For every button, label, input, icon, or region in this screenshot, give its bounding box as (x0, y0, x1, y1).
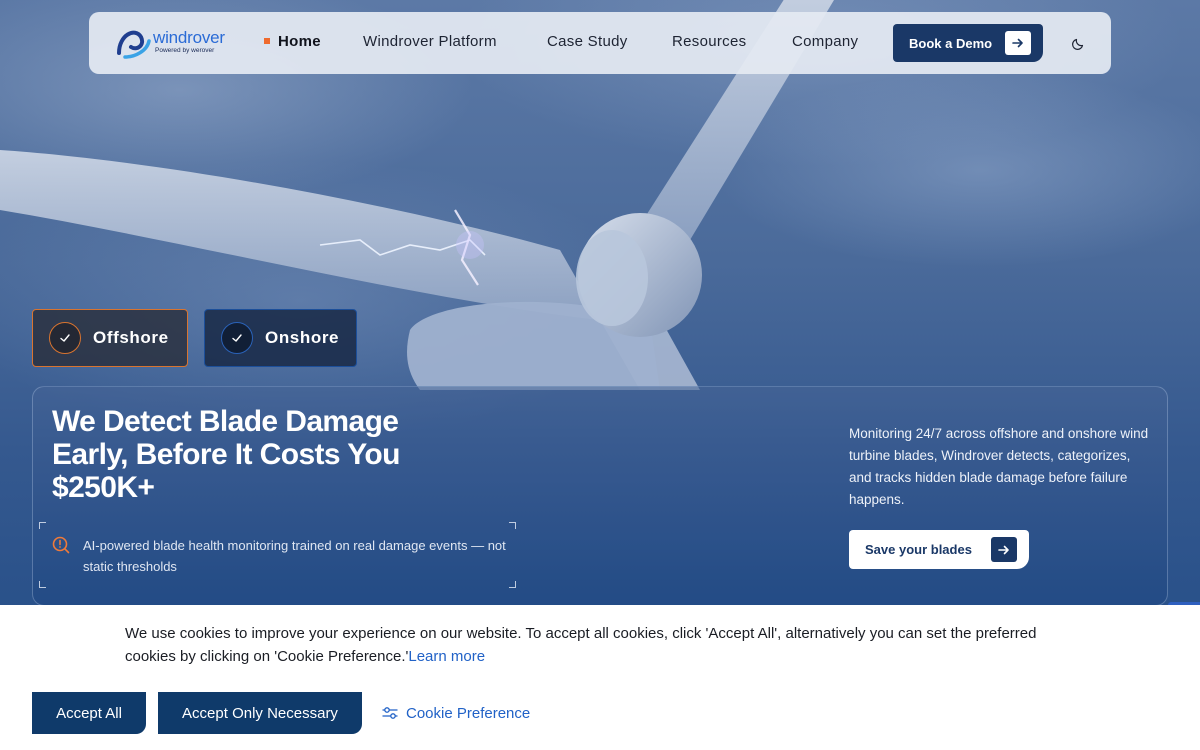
offshore-label: Offshore (93, 328, 169, 347)
hero-description: Monitoring 24/7 across offshore and onsh… (849, 426, 1149, 507)
learn-more-link[interactable]: Learn more (408, 648, 485, 665)
windrover-logo-icon (117, 30, 151, 59)
top-navbar: windrover Powered by werover Home Windro… (89, 12, 1111, 74)
cookie-banner: We use cookies to improve your experienc… (0, 605, 1200, 750)
corner-decoration (39, 522, 46, 529)
corner-decoration (509, 522, 516, 529)
logo-tagline: Powered by werover (155, 47, 215, 55)
accept-all-button[interactable]: Accept All (32, 692, 146, 734)
hero-title: We Detect Blade Damage Early, Before It … (52, 405, 400, 504)
save-blades-button[interactable]: Save your blades (849, 530, 1029, 569)
nav-item-resources[interactable]: Resources (672, 33, 746, 50)
sliders-icon (382, 707, 398, 719)
check-icon (221, 322, 253, 354)
onshore-toggle[interactable]: Onshore (204, 309, 357, 367)
nav-item-company[interactable]: Company (792, 33, 858, 50)
save-blades-label: Save your blades (865, 542, 972, 557)
cookie-preference-label: Cookie Preference (406, 704, 531, 722)
windrover-logo[interactable]: windrover Powered by werover (115, 22, 235, 62)
corner-decoration (39, 581, 46, 588)
alert-search-icon (52, 536, 70, 554)
cookie-message-text: We use cookies to improve your experienc… (125, 625, 1037, 665)
cookie-message: We use cookies to improve your experienc… (125, 622, 1085, 668)
check-icon (49, 322, 81, 354)
nav-item-windrover-platform[interactable]: Windrover Platform (363, 33, 497, 50)
accept-necessary-button[interactable]: Accept Only Necessary (158, 692, 362, 734)
nav-item-label: Home (278, 33, 321, 50)
active-indicator (264, 38, 270, 45)
offshore-toggle[interactable]: Offshore (32, 309, 188, 367)
onshore-label: Onshore (265, 328, 340, 347)
logo-wordmark: windrover (153, 28, 225, 48)
hero-card: We Detect Blade Damage Early, Before It … (32, 386, 1168, 606)
book-demo-label: Book a Demo (909, 35, 993, 51)
book-demo-button[interactable]: Book a Demo (893, 24, 1043, 62)
feature-text: AI-powered blade health monitoring train… (83, 538, 506, 574)
cookie-preference-button[interactable]: Cookie Preference (382, 701, 530, 725)
nav-item-case-study[interactable]: Case Study (547, 33, 628, 50)
feature-callout: AI-powered blade health monitoring train… (39, 522, 516, 588)
arrow-right-icon (1005, 31, 1031, 55)
nav-item-home[interactable]: Home (264, 33, 321, 50)
moon-icon[interactable] (1071, 35, 1087, 51)
arrow-right-icon (991, 537, 1017, 562)
corner-decoration (509, 581, 516, 588)
